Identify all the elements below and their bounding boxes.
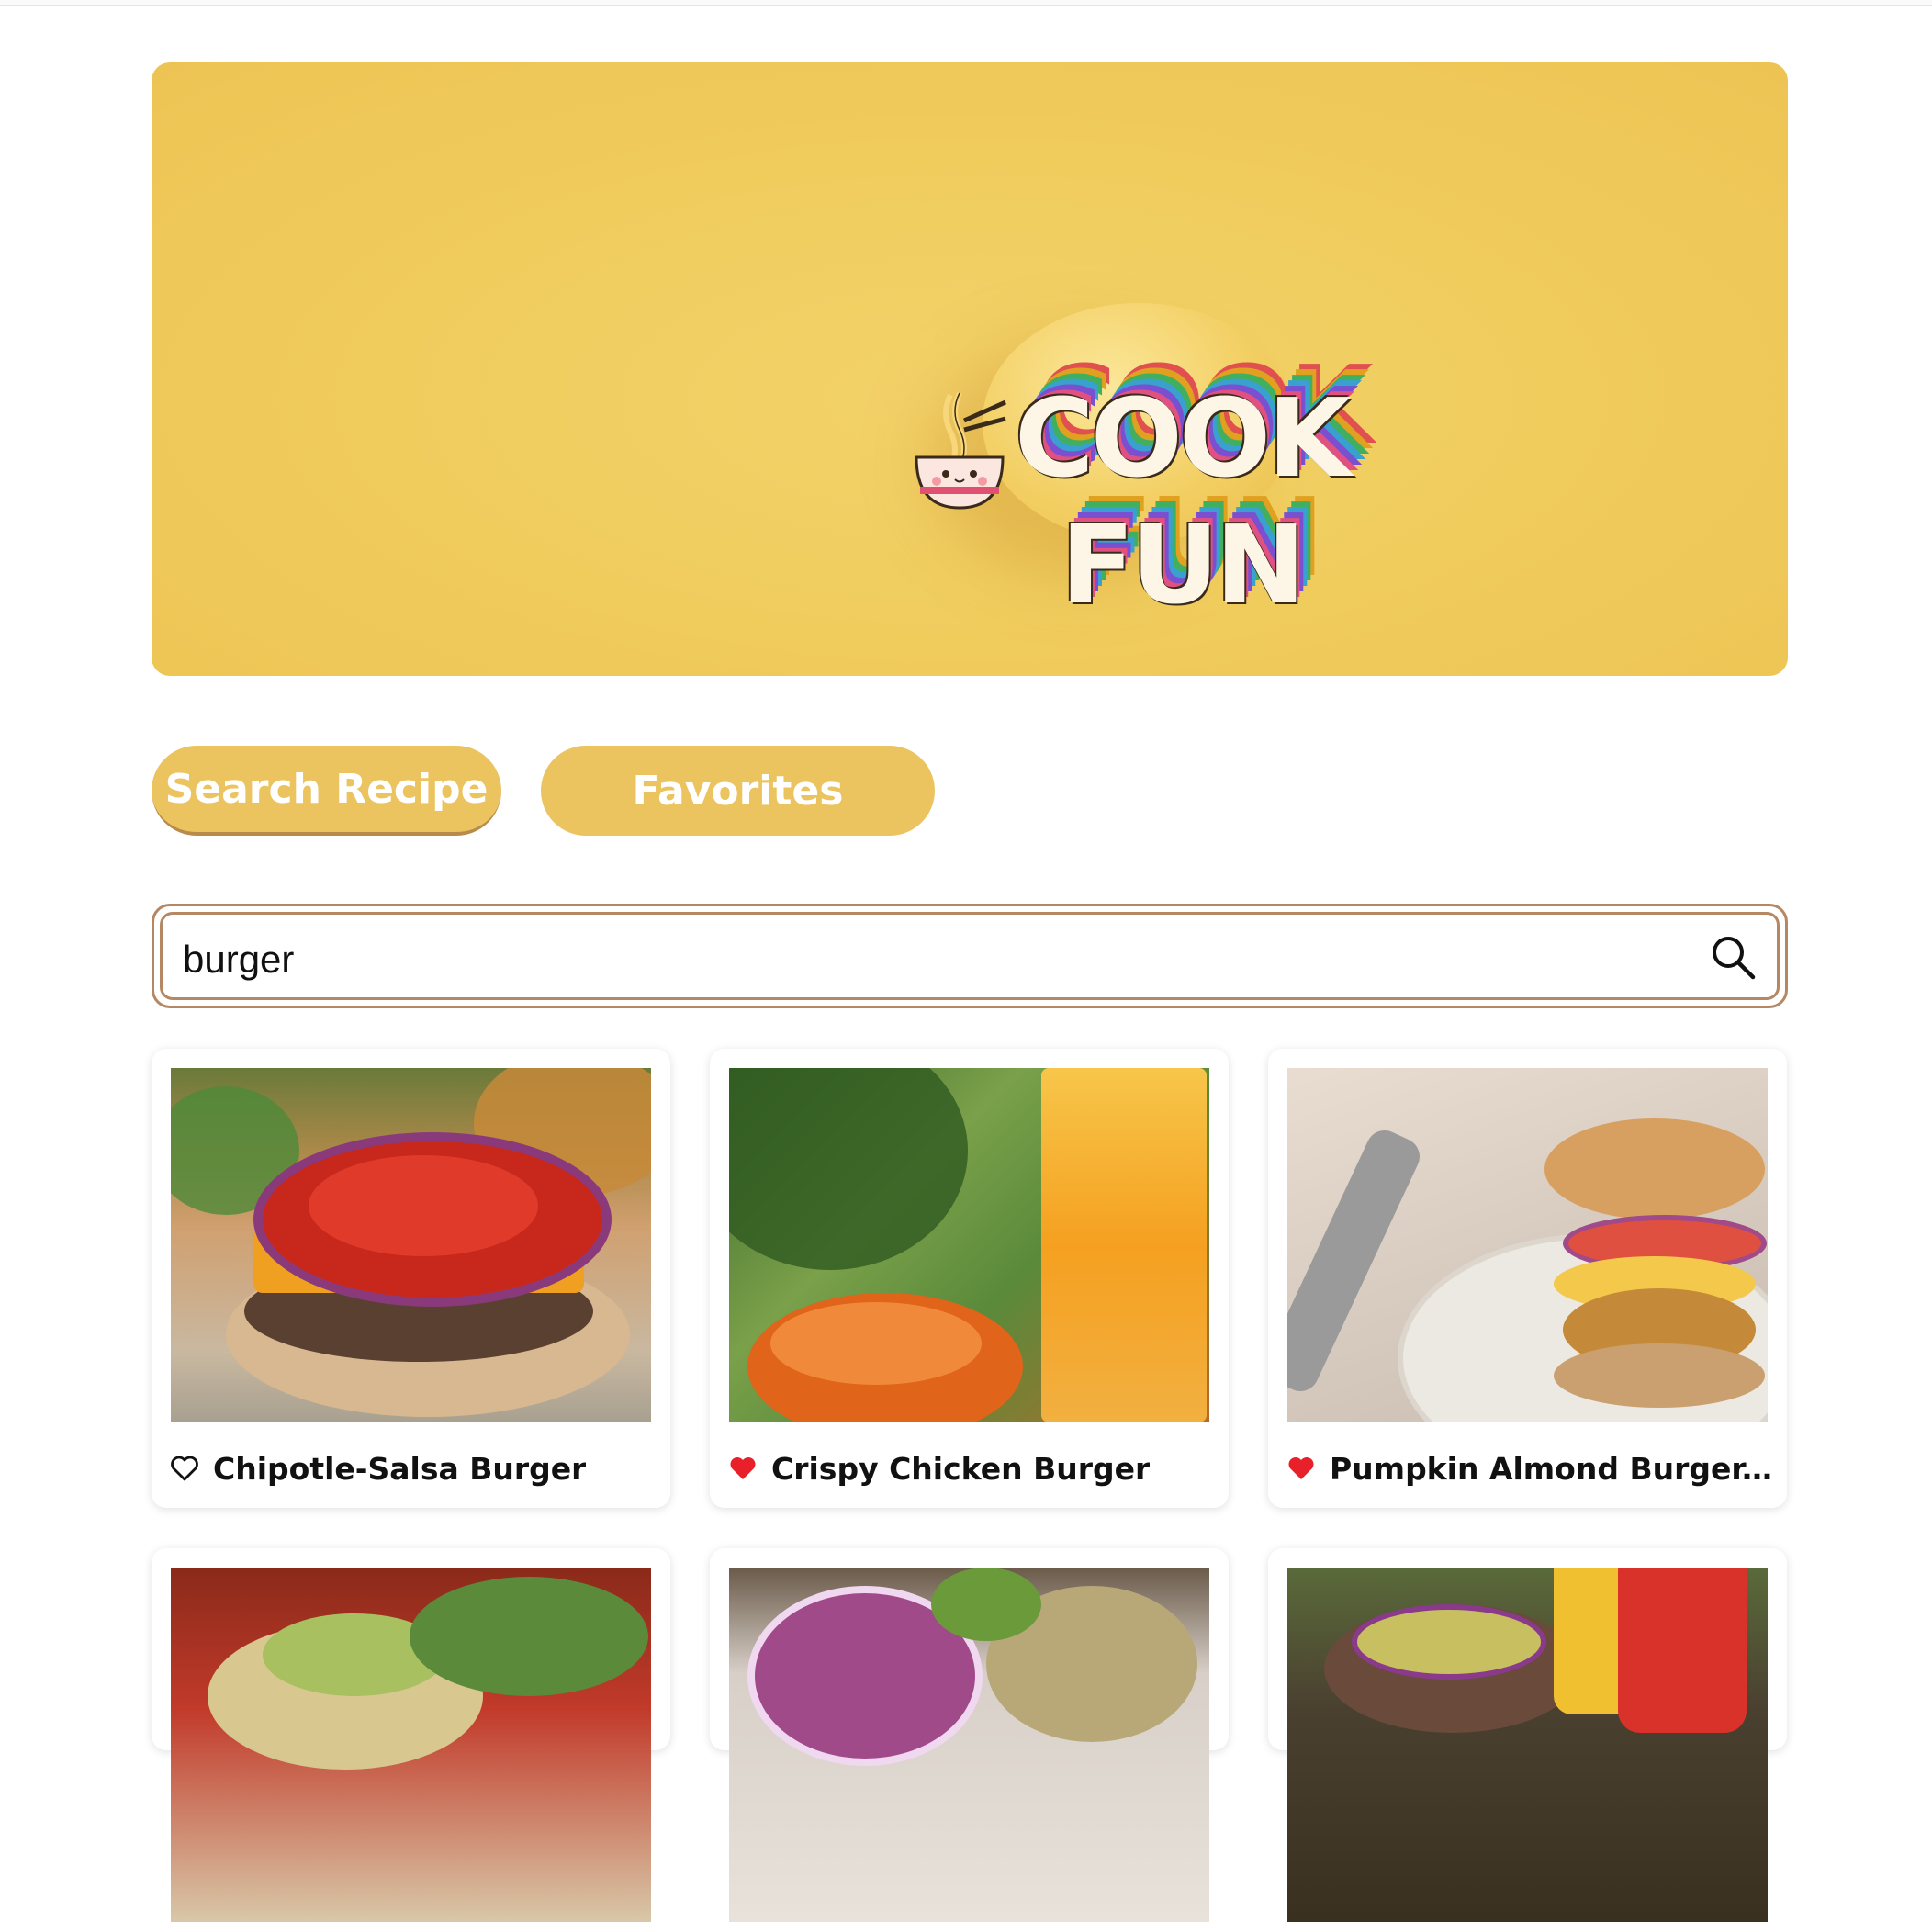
recipe-card[interactable]: Chipotle-Salsa Burger [152, 1049, 670, 1508]
recipe-card[interactable] [1268, 1548, 1787, 1922]
logo-line-fun: FUN [1061, 501, 1306, 628]
logo-line-cook: COOK [1015, 375, 1352, 501]
recipe-title-row: Pumpkin Almond Burger... [1287, 1445, 1772, 1491]
search-icon[interactable] [1709, 933, 1757, 981]
recipe-image[interactable] [171, 1068, 651, 1422]
cook-fun-logo: COOK FUN [909, 365, 1352, 628]
recipe-title-row: Chipotle-Salsa Burger [171, 1445, 656, 1491]
noodle-bowl-icon [915, 391, 1007, 510]
browser-top-edge [0, 0, 1932, 6]
recipe-title[interactable]: Crispy Chicken Burger [771, 1451, 1150, 1487]
recipe-image[interactable] [729, 1068, 1209, 1422]
search-box-inner [160, 912, 1780, 1000]
heart-filled-icon[interactable] [1287, 1456, 1315, 1481]
heart-filled-icon[interactable] [729, 1456, 757, 1481]
search-box [152, 904, 1788, 1008]
recipe-title-row: Crispy Chicken Burger [729, 1445, 1214, 1491]
recipe-title[interactable]: Chipotle-Salsa Burger [213, 1451, 586, 1487]
recipe-card[interactable] [710, 1548, 1229, 1922]
recipe-title[interactable]: Pumpkin Almond Burger... [1330, 1451, 1772, 1487]
recipe-image[interactable] [729, 1568, 1209, 1922]
recipe-image[interactable] [1287, 1068, 1768, 1422]
recipe-card[interactable]: Crispy Chicken Burger [710, 1049, 1229, 1508]
hero-banner: COOK FUN [152, 62, 1788, 676]
recipe-image[interactable] [171, 1568, 651, 1922]
tab-search-recipe[interactable]: Search Recipe [152, 746, 501, 836]
heart-outline-icon[interactable] [171, 1456, 198, 1481]
recipe-image[interactable] [1287, 1568, 1768, 1922]
search-input[interactable] [181, 922, 1654, 997]
recipe-card[interactable]: Pumpkin Almond Burger... [1268, 1049, 1787, 1508]
recipe-card[interactable] [152, 1548, 670, 1922]
tab-favorites[interactable]: Favorites [541, 746, 935, 836]
